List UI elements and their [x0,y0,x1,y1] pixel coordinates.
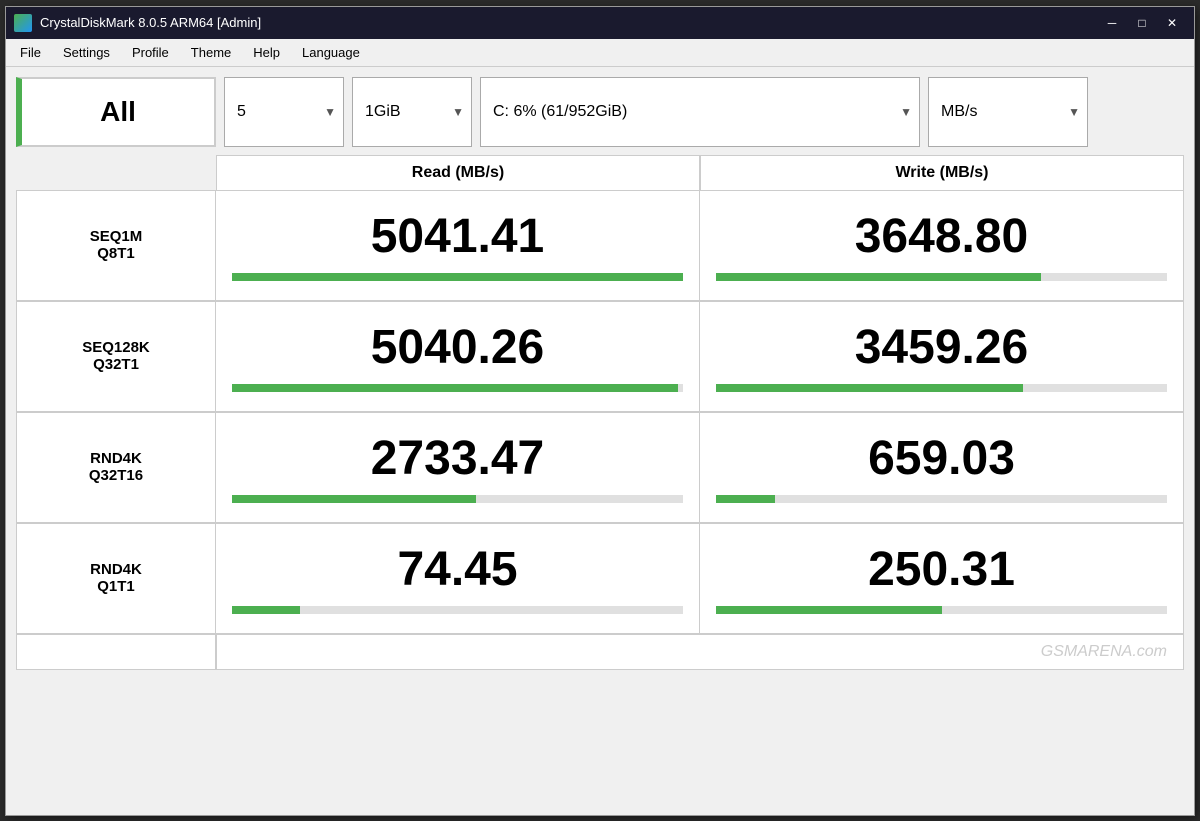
row-label-line2-3: Q1T1 [97,578,135,595]
row-label-line1-3: RND4K [90,561,142,578]
data-row: SEQ1M Q8T1 5041.41 3648.80 [16,190,1184,301]
main-content: All 5 1 3 10 ▼ 1GiB 512MiB 2GiB 4GiB ▼ [6,67,1194,815]
row-label-line1-0: SEQ1M [90,228,143,245]
write-value-0: 3648.80 [855,213,1029,261]
read-progress-container-2 [232,495,683,503]
row-label-line2-0: Q8T1 [97,245,135,262]
row-label-1: SEQ128K Q32T1 [16,302,216,412]
read-progress-bar-0 [232,273,683,281]
write-cell-0: 3648.80 [700,191,1184,301]
read-header: Read (MB/s) [216,155,700,190]
data-row: RND4K Q32T16 2733.47 659.03 [16,412,1184,523]
read-value-1: 5040.26 [371,324,545,372]
menu-file[interactable]: File [10,42,51,63]
row-label-2: RND4K Q32T16 [16,413,216,523]
read-cell-1: 5040.26 [216,302,700,412]
write-cell-2: 659.03 [700,413,1184,523]
row-label-line1-2: RND4K [90,450,142,467]
controls-row: All 5 1 3 10 ▼ 1GiB 512MiB 2GiB 4GiB ▼ [16,77,1184,147]
footer-row: GSMARENA.com [16,634,1184,670]
read-cell-0: 5041.41 [216,191,700,301]
write-progress-container-3 [716,606,1167,614]
menu-bar: File Settings Profile Theme Help Languag… [6,39,1194,67]
data-row: RND4K Q1T1 74.45 250.31 [16,523,1184,634]
write-value-2: 659.03 [868,435,1015,483]
footer-cell: GSMARENA.com [216,635,1184,670]
title-bar: CrystalDiskMark 8.0.5 ARM64 [Admin] ─ □ … [6,7,1194,39]
menu-settings[interactable]: Settings [53,42,120,63]
write-progress-bar-3 [716,606,942,614]
window-title: CrystalDiskMark 8.0.5 ARM64 [Admin] [40,15,261,30]
row-label-3: RND4K Q1T1 [16,524,216,634]
menu-profile[interactable]: Profile [122,42,179,63]
header-spacer [16,155,216,190]
write-cell-1: 3459.26 [700,302,1184,412]
menu-help[interactable]: Help [243,42,290,63]
menu-theme[interactable]: Theme [181,42,241,63]
read-progress-bar-3 [232,606,300,614]
runs-select[interactable]: 5 1 3 10 [224,77,344,147]
maximize-button[interactable]: □ [1128,12,1156,34]
write-value-1: 3459.26 [855,324,1029,372]
write-value-3: 250.31 [868,546,1015,594]
write-progress-bar-1 [716,384,1023,392]
read-cell-2: 2733.47 [216,413,700,523]
data-row: SEQ128K Q32T1 5040.26 3459.26 [16,301,1184,412]
write-header: Write (MB/s) [700,155,1184,190]
drive-select[interactable]: C: 6% (61/952GiB) [480,77,920,147]
unit-select-wrapper: MB/s GB/s IOPS μs ▼ [928,77,1088,147]
menu-language[interactable]: Language [292,42,370,63]
runs-select-wrapper: 5 1 3 10 ▼ [224,77,344,147]
write-progress-container-0 [716,273,1167,281]
read-value-2: 2733.47 [371,435,545,483]
minimize-button[interactable]: ─ [1098,12,1126,34]
read-cell-3: 74.45 [216,524,700,634]
read-value-3: 74.45 [397,546,517,594]
row-label-0: SEQ1M Q8T1 [16,191,216,301]
unit-select[interactable]: MB/s GB/s IOPS μs [928,77,1088,147]
size-select-wrapper: 1GiB 512MiB 2GiB 4GiB ▼ [352,77,472,147]
read-progress-bar-2 [232,495,476,503]
row-label-line1-1: SEQ128K [82,339,150,356]
write-progress-container-2 [716,495,1167,503]
headers-row: Read (MB/s) Write (MB/s) [16,155,1184,190]
read-progress-container-1 [232,384,683,392]
write-cell-3: 250.31 [700,524,1184,634]
title-bar-left: CrystalDiskMark 8.0.5 ARM64 [Admin] [14,14,261,32]
row-label-line2-1: Q32T1 [93,356,139,373]
write-progress-bar-0 [716,273,1041,281]
read-progress-container-3 [232,606,683,614]
read-progress-container-0 [232,273,683,281]
row-label-line2-2: Q32T16 [89,467,143,484]
all-button[interactable]: All [16,77,216,147]
read-value-0: 5041.41 [371,213,545,261]
footer-spacer [16,635,216,670]
write-progress-bar-2 [716,495,775,503]
window-controls: ─ □ ✕ [1098,12,1186,34]
app-window: CrystalDiskMark 8.0.5 ARM64 [Admin] ─ □ … [5,6,1195,816]
data-rows-container: SEQ1M Q8T1 5041.41 3648.80 SEQ128K Q32T1 [16,190,1184,634]
watermark: GSMARENA.com [1041,643,1167,661]
read-progress-bar-1 [232,384,678,392]
app-icon [14,14,32,32]
close-button[interactable]: ✕ [1158,12,1186,34]
drive-select-wrapper: C: 6% (61/952GiB) ▼ [480,77,920,147]
write-progress-container-1 [716,384,1167,392]
size-select[interactable]: 1GiB 512MiB 2GiB 4GiB [352,77,472,147]
